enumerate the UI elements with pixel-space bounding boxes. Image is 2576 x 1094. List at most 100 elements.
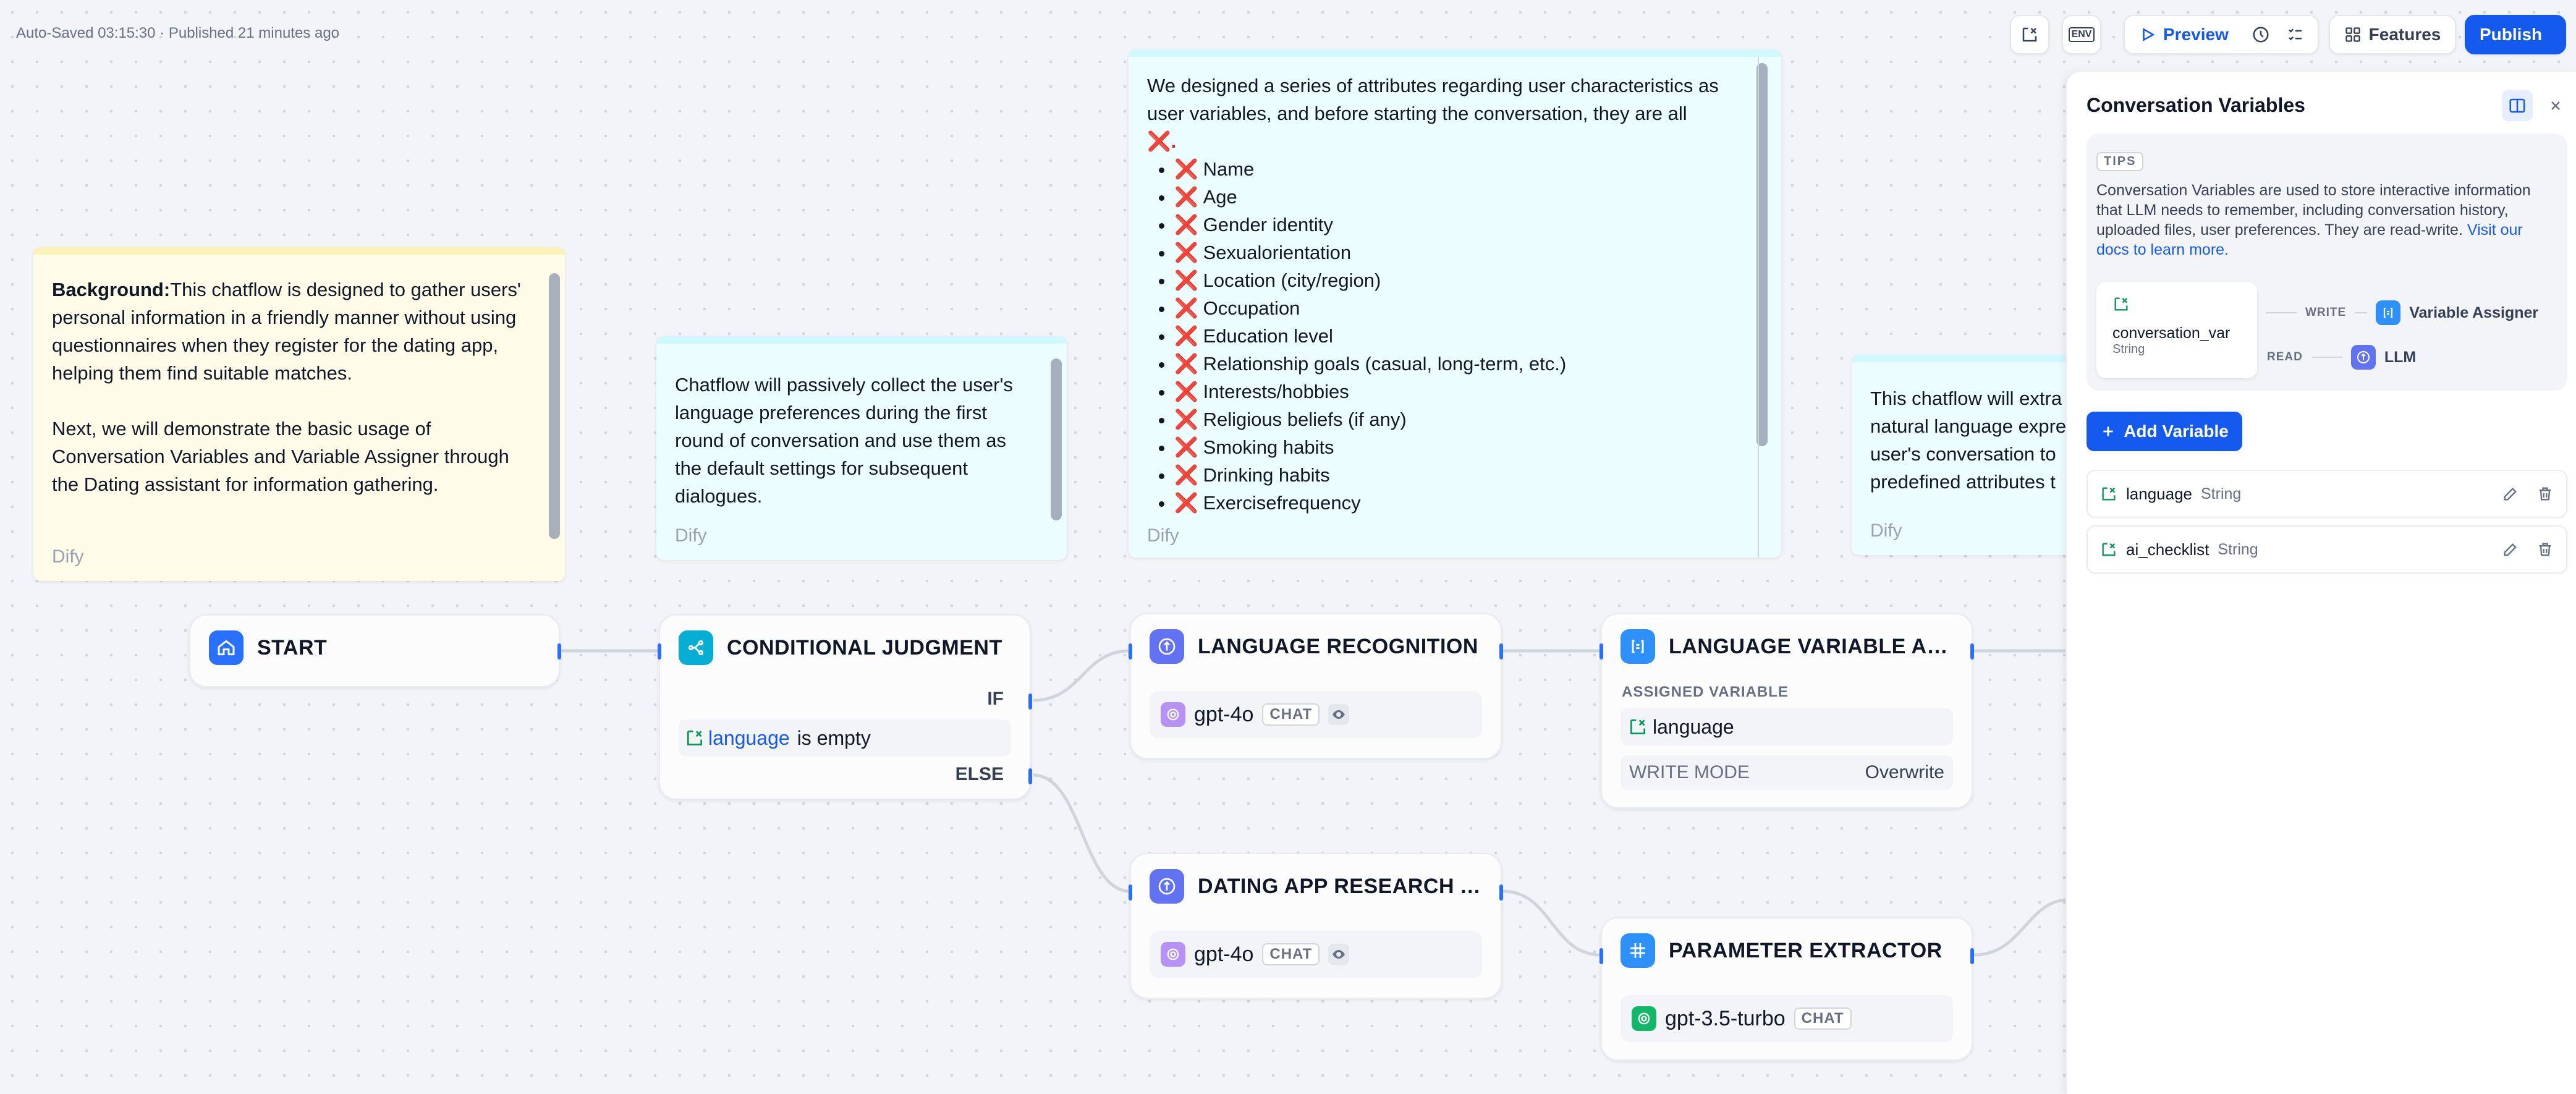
attribute-item: ❌Location (city/region)	[1174, 266, 1738, 294]
edge-if-to-language-recognition	[1033, 649, 1130, 702]
x-mark-icon: ❌	[1174, 158, 1198, 180]
publish-label: Publish	[2480, 25, 2543, 44]
x-mark-icon: ❌	[1174, 186, 1198, 208]
note-scrollbar[interactable]	[549, 273, 560, 539]
node-output-handle[interactable]	[1499, 643, 1503, 659]
attribute-label: Exercisefrequency	[1203, 492, 1361, 514]
node-output-handle[interactable]	[1970, 948, 1974, 964]
note-author: Dify	[52, 546, 84, 567]
vision-icon	[1328, 944, 1350, 965]
trash-icon[interactable]	[2536, 541, 2554, 558]
add-variable-button[interactable]: Add Variable	[2087, 412, 2242, 451]
openai-icon	[1632, 1006, 1656, 1031]
panel-close-button[interactable]	[2544, 94, 2567, 117]
attribute-item: ❌Occupation	[1174, 294, 1738, 322]
attribute-label: Location (city/region)	[1203, 269, 1381, 291]
node-start[interactable]: START	[189, 614, 561, 687]
history-button[interactable]	[2243, 17, 2278, 52]
checklist-toggle-button[interactable]	[2010, 15, 2049, 54]
checklist-icon	[2288, 28, 2302, 41]
edit-icon[interactable]	[2502, 485, 2519, 502]
node-parameter-extractor[interactable]: PARAMETER EXTRACTOR gpt-3.5-turbo CHAT	[1599, 917, 1974, 1061]
x-mark-icon: ❌	[1174, 242, 1198, 263]
attribute-label: Sexualorientation	[1203, 242, 1352, 263]
branch-icon	[679, 630, 713, 665]
env-icon: ENV	[2068, 27, 2095, 42]
tips-box: TIPS Conversation Variables are used to …	[2087, 134, 2567, 391]
env-button[interactable]: ENV	[2062, 15, 2101, 54]
play-icon	[2143, 28, 2155, 41]
variable-icon	[1630, 719, 1645, 734]
node-input-handle[interactable]	[1129, 884, 1132, 901]
preview-group: Preview	[2124, 15, 2319, 54]
write-mode-label: WRITE MODE	[1629, 762, 1750, 782]
attribute-list: ❌Name❌Age❌Gender identity❌Sexualorientat…	[1147, 155, 1738, 517]
note-extract-line: predefined attributes t	[1870, 471, 2056, 493]
x-mark-icon: ❌	[1174, 381, 1198, 402]
x-mark-icon: ❌	[1174, 409, 1198, 430]
node-input-handle[interactable]	[1129, 643, 1132, 659]
variable-row[interactable]: language String	[2087, 470, 2567, 518]
node-input-handle[interactable]	[1599, 948, 1603, 964]
chat-badge: CHAT	[1262, 943, 1320, 965]
node-output-handle[interactable]	[1499, 884, 1503, 901]
node-conditional-input-handle[interactable]	[658, 643, 661, 659]
panel-layout-toggle-button[interactable]	[2502, 90, 2533, 121]
x-mark-icon: ❌	[1174, 325, 1198, 347]
checklist-button[interactable]	[2278, 17, 2313, 52]
preview-button[interactable]: Preview	[2125, 25, 2243, 45]
publish-button[interactable]: Publish	[2465, 15, 2566, 54]
node-output-handle[interactable]	[1970, 643, 1974, 659]
close-icon	[2551, 101, 2560, 110]
condition-row[interactable]: language is empty	[679, 719, 1011, 757]
attribute-label: Education level	[1203, 325, 1333, 347]
note-background[interactable]: Background:This chatflow is designed to …	[33, 247, 565, 581]
note-language-body: Chatflow will passively collect the user…	[675, 374, 1013, 507]
attribute-item: ❌Gender identity	[1174, 211, 1738, 239]
note-scrollbar[interactable]	[1051, 358, 1062, 520]
attribute-item: ❌Drinking habits	[1174, 461, 1738, 489]
node-conditional-judgment[interactable]: CONDITIONAL JUDGMENT IF language is empt…	[658, 614, 1032, 800]
flow-connector	[2311, 357, 2342, 358]
assigned-variable-row[interactable]: language	[1621, 708, 1953, 745]
node-language-recognition[interactable]: LANGUAGE RECOGNITION gpt-4o CHAT	[1129, 613, 1503, 759]
variable-row[interactable]: ai_checklist String	[2087, 525, 2567, 574]
attribute-item: ❌Education level	[1174, 322, 1738, 350]
attribute-item: ❌Religious beliefs (if any)	[1174, 405, 1738, 433]
else-label: ELSE	[955, 764, 1004, 784]
node-start-output-handle[interactable]	[557, 643, 561, 659]
note-attributes[interactable]: We designed a series of attributes regar…	[1129, 49, 1781, 558]
features-button[interactable]: Features	[2329, 15, 2456, 54]
write-mode-row: WRITE MODE Overwrite	[1621, 755, 1953, 790]
node-input-handle[interactable]	[1599, 643, 1603, 659]
x-mark-icon: ❌.	[1147, 130, 1177, 152]
attribute-item: ❌Exercisefrequency	[1174, 489, 1738, 517]
edit-icon[interactable]	[2502, 541, 2519, 558]
attribute-label: Age	[1203, 186, 1237, 208]
model-selector[interactable]: gpt-4o CHAT	[1150, 691, 1482, 738]
else-output-handle[interactable]	[1028, 768, 1032, 784]
if-output-handle[interactable]	[1028, 693, 1032, 710]
llm-icon	[1150, 869, 1184, 904]
chat-badge: CHAT	[1262, 703, 1320, 726]
attribute-label: Occupation	[1203, 297, 1300, 319]
edge-parameter-to-next	[1973, 898, 2066, 957]
condition-variable: language	[708, 726, 790, 749]
model-name: gpt-4o	[1194, 702, 1254, 726]
note-language[interactable]: Chatflow will passively collect the user…	[656, 336, 1067, 560]
note-attributes-body: We designed a series of attributes regar…	[1129, 57, 1781, 517]
trash-icon[interactable]	[2536, 485, 2554, 502]
model-selector[interactable]: gpt-3.5-turbo CHAT	[1621, 995, 1953, 1042]
node-dating-research-title: DATING APP RESEARCH A...	[1198, 874, 1482, 898]
features-icon	[2345, 27, 2360, 42]
conversation-variables-panel: Conversation Variables TIPS Conversation…	[2065, 72, 2576, 1094]
node-language-variable-assigner[interactable]: LANGUAGE VARIABLE AS... ASSIGNED VARIABL…	[1599, 613, 1974, 808]
node-dating-app-research[interactable]: DATING APP RESEARCH A... gpt-4o CHAT	[1129, 853, 1503, 999]
tips-description: Conversation Variables are used to store…	[2096, 182, 2531, 239]
layout-icon	[2509, 98, 2525, 113]
model-selector[interactable]: gpt-4o CHAT	[1150, 931, 1482, 978]
write-target: Variable Assigner	[2409, 303, 2539, 321]
attribute-item: ❌Smoking habits	[1174, 433, 1738, 461]
attribute-label: Name	[1203, 158, 1255, 180]
x-mark-icon: ❌	[1174, 436, 1198, 458]
